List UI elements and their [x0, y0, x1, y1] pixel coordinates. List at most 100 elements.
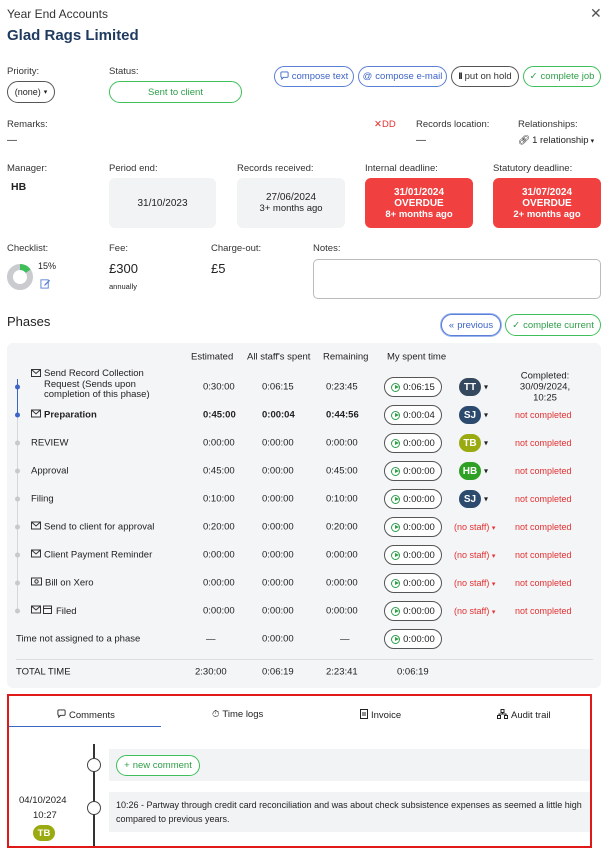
phase-all-staff: 0:00:04	[262, 409, 295, 421]
phase-remaining: 0:00:00	[326, 605, 358, 617]
complete-job-button[interactable]: ✓ complete job	[523, 66, 601, 87]
phase-estimated: 0:20:00	[203, 521, 235, 533]
phase-all-staff: 0:00:00	[262, 577, 294, 589]
records-location-label: Records location:	[416, 119, 490, 130]
phase-row: Client Payment Reminder 0:00:00 0:00:00 0:0…	[7, 541, 601, 569]
staff-dropdown-icon[interactable]: ▾	[484, 383, 488, 392]
tab-audit-trail[interactable]: Audit trail	[497, 709, 551, 722]
phase-timer[interactable]: 0:00:00	[384, 601, 442, 621]
phase-timer[interactable]: 0:00:00	[384, 433, 442, 453]
phase-timer[interactable]: 0:00:00	[384, 545, 442, 565]
phase-all-staff: 0:00:00	[262, 549, 294, 561]
phase-estimated: 0:45:00	[203, 465, 235, 477]
col-estimated: Estimated	[191, 351, 234, 363]
phase-name[interactable]: Filing	[31, 494, 54, 505]
period-end-card[interactable]: 31/10/2023	[109, 178, 216, 228]
staff-dropdown-icon[interactable]: ▾	[484, 439, 488, 448]
complete-current-button[interactable]: ✓ complete current	[505, 314, 601, 336]
unassigned-row: Time not assigned to a phase — 0:00:00 —…	[7, 625, 601, 653]
new-comment-button[interactable]: + new comment	[116, 755, 200, 776]
staff-dropdown[interactable]: (no staff) ▾	[454, 578, 495, 588]
close-icon[interactable]: ✕	[590, 5, 602, 22]
staff-avatar[interactable]: TB	[459, 434, 481, 452]
staff-dropdown[interactable]: (no staff) ▾	[454, 606, 495, 616]
phase-name[interactable]: Client Payment Reminder	[31, 549, 152, 561]
chat-icon	[57, 709, 66, 721]
staff-avatar[interactable]: SJ	[459, 406, 481, 424]
phase-name[interactable]: Bill on Xero	[31, 577, 94, 589]
phase-row: Approval 0:45:00 0:00:00 0:45:00 0:00:00 HB ▾ n…	[7, 457, 601, 485]
phase-timer[interactable]: 0:06:15	[384, 377, 442, 397]
tab-comments[interactable]: Comments	[57, 709, 115, 721]
tab-invoice[interactable]: Invoice	[360, 709, 401, 722]
phase-all-staff: 0:06:15	[262, 381, 294, 393]
fee-frequency: annually	[109, 282, 137, 291]
priority-select[interactable]: (none) ▾	[7, 81, 55, 103]
phase-timer[interactable]: 0:00:00	[384, 517, 442, 537]
phases-table: Estimated All staff's spent Remaining My…	[7, 343, 601, 688]
charge-out-value[interactable]: £5	[211, 261, 225, 276]
fee-value[interactable]: £300	[109, 261, 138, 276]
charge-out-label: Charge-out:	[211, 243, 262, 254]
phase-name[interactable]: Send Record Collection Request (Sends up…	[31, 368, 181, 401]
staff-avatar[interactable]: SJ	[459, 490, 481, 508]
put-on-hold-button[interactable]: II put on hold	[451, 66, 519, 87]
phase-status: not completed	[515, 494, 572, 504]
phase-status: not completed	[515, 550, 572, 560]
unassigned-timer[interactable]: 0:00:00	[384, 629, 442, 649]
edit-icon[interactable]	[40, 278, 51, 292]
phase-all-staff: 0:00:00	[262, 521, 294, 533]
comment-time: 10:27	[33, 810, 57, 821]
phase-dot	[15, 412, 20, 418]
staff-dropdown[interactable]: (no staff) ▾	[454, 550, 495, 560]
relationships-dropdown[interactable]: 🔗︎ 1 relationship ▾	[518, 135, 594, 146]
unassigned-estimated: —	[206, 633, 216, 645]
staff-avatar[interactable]: HB	[459, 462, 481, 480]
at-icon: @	[362, 71, 373, 82]
checklist-donut[interactable]	[6, 263, 34, 291]
caret-down-icon: ▾	[491, 609, 496, 616]
unassigned-remaining: —	[340, 633, 350, 645]
manager-value[interactable]: HB	[11, 181, 26, 193]
total-all-staff: 0:06:19	[262, 666, 294, 678]
staff-dropdown-icon[interactable]: ▾	[484, 495, 488, 504]
staff-dropdown-icon[interactable]: ▾	[484, 467, 488, 476]
phase-name[interactable]: Send to client for approval	[31, 521, 154, 533]
previous-button[interactable]: « previous	[441, 314, 501, 336]
section-title: Year End Accounts	[7, 7, 108, 21]
phase-name[interactable]: Preparation	[31, 409, 97, 421]
staff-dropdown-icon[interactable]: ▾	[484, 411, 488, 420]
phase-status: not completed	[515, 606, 572, 616]
phase-timer[interactable]: 0:00:00	[384, 573, 442, 593]
phase-timer[interactable]: 0:00:04	[384, 405, 442, 425]
phase-all-staff: 0:00:00	[262, 605, 294, 617]
records-received-card[interactable]: 27/06/2024 3+ months ago	[237, 178, 345, 228]
compose-text-button[interactable]: compose text	[274, 66, 354, 87]
statutory-deadline-card[interactable]: 31/07/2024 OVERDUE 2+ months ago	[493, 178, 601, 228]
phase-timer[interactable]: 0:00:00	[384, 489, 442, 509]
pause-icon: II	[458, 71, 462, 82]
phase-name[interactable]: REVIEW	[31, 438, 68, 449]
internal-deadline-card[interactable]: 31/01/2024 OVERDUE 8+ months ago	[365, 178, 473, 228]
staff-avatar[interactable]: TT	[459, 378, 481, 396]
client-name[interactable]: Glad Rags Limited	[7, 27, 139, 44]
remarks-value[interactable]: —	[7, 135, 17, 146]
status-button[interactable]: Sent to client	[109, 81, 242, 103]
play-icon	[391, 410, 401, 420]
dd-indicator[interactable]: ✕DD	[374, 119, 396, 130]
activity-panel: Comments ⏱︎ Time logs Invoice Audit trai…	[7, 694, 592, 848]
phase-name[interactable]: Filed	[31, 605, 77, 617]
check-icon: ✓	[529, 71, 538, 82]
records-location-value[interactable]: —	[416, 135, 426, 146]
staff-dropdown[interactable]: (no staff) ▾	[454, 522, 495, 532]
phase-name[interactable]: Approval	[31, 466, 69, 477]
notes-textarea[interactable]	[313, 259, 601, 299]
tab-time-logs[interactable]: ⏱︎ Time logs	[212, 709, 263, 720]
remarks-label: Remarks:	[7, 119, 48, 130]
phase-status: Completed: 30/09/2024, 10:25	[519, 370, 571, 404]
play-icon	[391, 606, 401, 616]
phase-all-staff: 0:00:00	[262, 465, 294, 477]
compose-email-button[interactable]: @ compose e-mail	[358, 66, 447, 87]
caret-down-icon: ▾	[491, 581, 496, 588]
phase-timer[interactable]: 0:00:00	[384, 461, 442, 481]
